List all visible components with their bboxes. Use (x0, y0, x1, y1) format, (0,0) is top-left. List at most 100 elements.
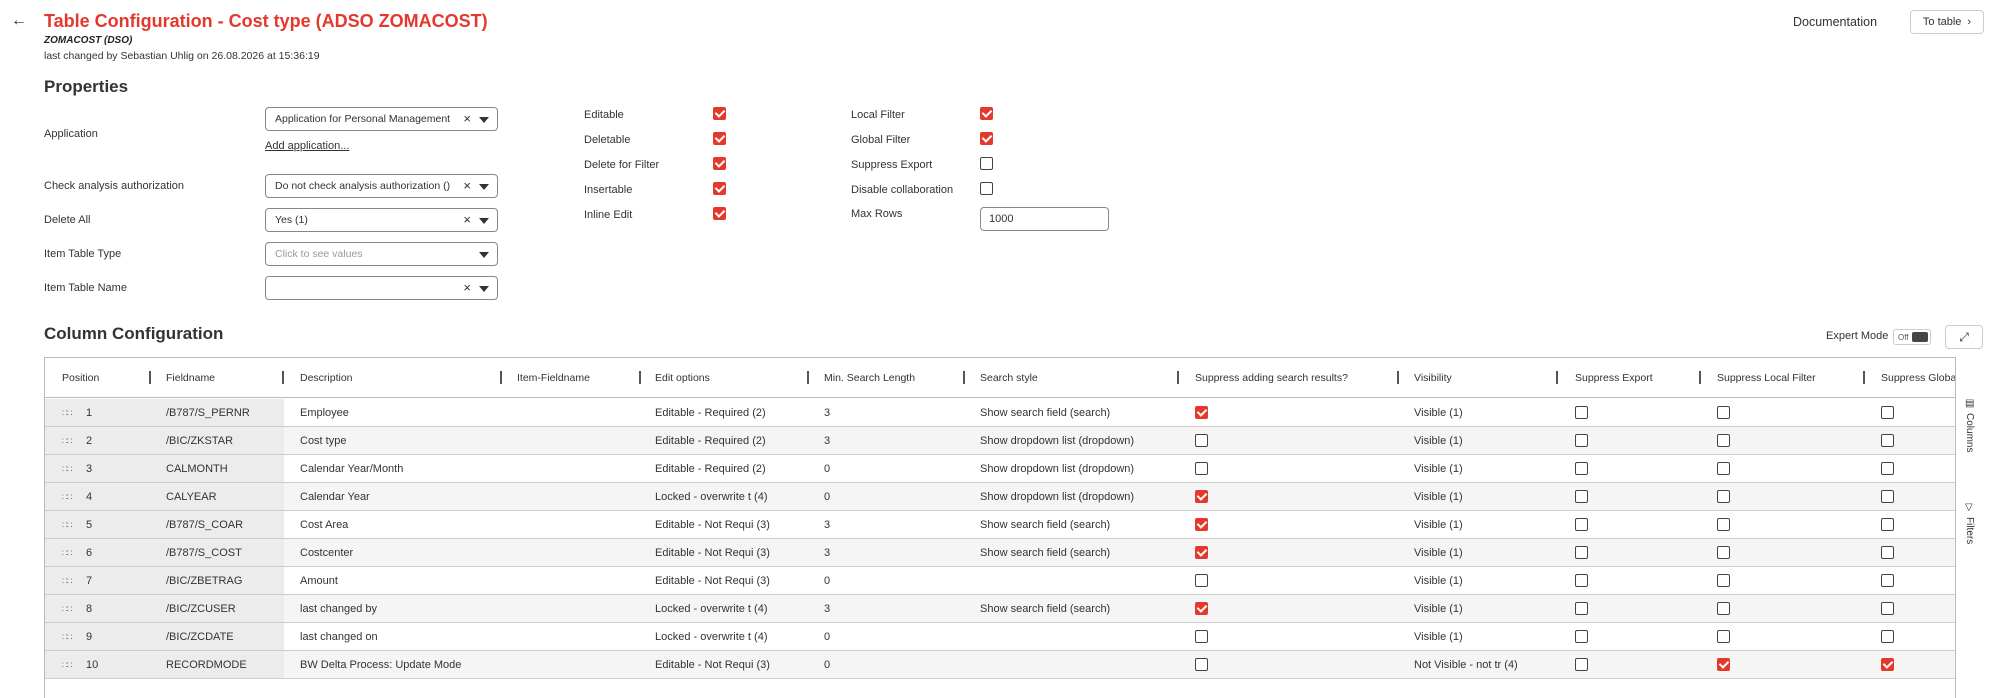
filter-icon[interactable]: ▽ (1965, 502, 1973, 513)
table-row[interactable]: ∷∷ 5/B787/S_COAR Cost Area Editable - Not R… (45, 511, 1956, 539)
cell-checkbox[interactable] (1195, 574, 1208, 587)
column-resize-handle[interactable] (1699, 371, 1701, 384)
cell-checkbox[interactable] (1881, 434, 1894, 447)
cell-checkbox[interactable] (1195, 434, 1208, 447)
add-application-link[interactable]: Add application... (265, 140, 349, 152)
drag-handle-icon[interactable]: ∷∷ (62, 436, 73, 447)
cell-checkbox[interactable] (1717, 462, 1730, 475)
cell-checkbox[interactable] (1195, 602, 1208, 615)
column-header[interactable]: Suppress Export (1575, 372, 1653, 384)
cell-checkbox[interactable] (1881, 630, 1894, 643)
cell-checkbox[interactable] (1575, 630, 1588, 643)
check-auth-select[interactable]: Do not check analysis authorization () × (265, 174, 498, 198)
chevron-down-icon[interactable] (479, 252, 489, 258)
chevron-down-icon[interactable] (479, 218, 489, 224)
column-resize-handle[interactable] (500, 371, 502, 384)
chevron-down-icon[interactable] (479, 117, 489, 123)
cell-checkbox[interactable] (1575, 462, 1588, 475)
clear-icon[interactable]: × (463, 111, 471, 126)
chevron-down-icon[interactable] (479, 184, 489, 190)
drag-handle-icon[interactable]: ∷∷ (62, 548, 73, 559)
cell-checkbox[interactable] (1881, 546, 1894, 559)
drag-handle-icon[interactable]: ∷∷ (62, 604, 73, 615)
column-header[interactable]: Search style (980, 372, 1038, 384)
table-row[interactable]: ∷∷ 2/BIC/ZKSTAR Cost type Editable - Requir… (45, 427, 1956, 455)
column-header[interactable]: Min. Search Length (824, 372, 915, 384)
flag-checkbox[interactable] (980, 157, 993, 170)
drag-handle-icon[interactable]: ∷∷ (62, 492, 73, 503)
flag-checkbox[interactable] (980, 182, 993, 195)
column-resize-handle[interactable] (1556, 371, 1558, 384)
cell-checkbox[interactable] (1575, 406, 1588, 419)
cell-checkbox[interactable] (1195, 518, 1208, 531)
column-resize-handle[interactable] (1397, 371, 1399, 384)
cell-checkbox[interactable] (1717, 658, 1730, 671)
drag-handle-icon[interactable]: ∷∷ (62, 408, 73, 419)
side-filters-tab[interactable]: Filters (1964, 517, 1975, 544)
max-rows-input[interactable]: 1000 (980, 207, 1109, 231)
column-resize-handle[interactable] (1863, 371, 1865, 384)
cell-checkbox[interactable] (1575, 658, 1588, 671)
cell-checkbox[interactable] (1195, 406, 1208, 419)
column-resize-handle[interactable] (149, 371, 151, 384)
flag-checkbox[interactable] (980, 132, 993, 145)
flag-checkbox[interactable] (713, 207, 726, 220)
chevron-down-icon[interactable] (479, 286, 489, 292)
column-resize-handle[interactable] (639, 371, 641, 384)
cell-checkbox[interactable] (1717, 630, 1730, 643)
cell-checkbox[interactable] (1717, 434, 1730, 447)
column-header[interactable]: Item-Fieldname (517, 372, 590, 384)
table-row[interactable]: ∷∷ 1/B787/S_PERNR Employee Editable - Requi… (45, 399, 1956, 427)
cell-checkbox[interactable] (1195, 658, 1208, 671)
item-table-type-select[interactable]: Click to see values (265, 242, 498, 266)
cell-checkbox[interactable] (1881, 518, 1894, 531)
flag-checkbox[interactable] (713, 157, 726, 170)
table-row[interactable]: ∷∷ 7/BIC/ZBETRAG Amount Editable - Not Requ… (45, 567, 1956, 595)
delete-all-select[interactable]: Yes (1) × (265, 208, 498, 232)
cell-checkbox[interactable] (1575, 574, 1588, 587)
to-table-button[interactable]: To table › (1910, 10, 1984, 34)
cell-checkbox[interactable] (1717, 574, 1730, 587)
flag-checkbox[interactable] (713, 182, 726, 195)
cell-checkbox[interactable] (1881, 574, 1894, 587)
flag-checkbox[interactable] (713, 132, 726, 145)
cell-checkbox[interactable] (1575, 602, 1588, 615)
column-header[interactable]: Suppress adding search results? (1195, 372, 1348, 384)
application-select[interactable]: Application for Personal Management × (265, 107, 498, 131)
column-header[interactable]: Suppress Local Filter (1717, 372, 1816, 384)
table-row[interactable]: ∷∷ 6/B787/S_COST Costcenter Editable - Not … (45, 539, 1956, 567)
column-resize-handle[interactable] (282, 371, 284, 384)
column-header[interactable]: Edit options (655, 372, 710, 384)
drag-handle-icon[interactable]: ∷∷ (62, 632, 73, 643)
documentation-link[interactable]: Documentation (1793, 15, 1877, 29)
cell-checkbox[interactable] (1881, 490, 1894, 503)
cell-checkbox[interactable] (1881, 602, 1894, 615)
cell-checkbox[interactable] (1717, 518, 1730, 531)
expand-icon[interactable]: ⤢ (1945, 325, 1983, 349)
column-header[interactable]: Visibility (1414, 372, 1452, 384)
back-arrow-icon[interactable]: ← (11, 12, 27, 30)
table-row[interactable]: ∷∷ 8/BIC/ZCUSER last changed by Locked - ov… (45, 595, 1956, 623)
cell-checkbox[interactable] (1881, 658, 1894, 671)
drag-handle-icon[interactable]: ∷∷ (62, 660, 73, 671)
column-resize-handle[interactable] (1177, 371, 1179, 384)
drag-handle-icon[interactable]: ∷∷ (62, 576, 73, 587)
side-columns-tab[interactable]: Columns (1964, 413, 1975, 452)
cell-checkbox[interactable] (1575, 518, 1588, 531)
cell-checkbox[interactable] (1195, 546, 1208, 559)
column-header[interactable]: Fieldname (166, 372, 215, 384)
cell-checkbox[interactable] (1881, 406, 1894, 419)
cell-checkbox[interactable] (1575, 490, 1588, 503)
column-resize-handle[interactable] (807, 371, 809, 384)
item-table-name-select[interactable]: × (265, 276, 498, 300)
cell-checkbox[interactable] (1717, 490, 1730, 503)
cell-checkbox[interactable] (1717, 602, 1730, 615)
cell-checkbox[interactable] (1881, 462, 1894, 475)
cell-checkbox[interactable] (1195, 462, 1208, 475)
table-row[interactable]: ∷∷ 9/BIC/ZCDATE last changed on Locked - ov… (45, 623, 1956, 651)
drag-handle-icon[interactable]: ∷∷ (62, 464, 73, 475)
column-header[interactable]: Description (300, 372, 353, 384)
column-resize-handle[interactable] (963, 371, 965, 384)
cell-checkbox[interactable] (1717, 546, 1730, 559)
flag-checkbox[interactable] (713, 107, 726, 120)
